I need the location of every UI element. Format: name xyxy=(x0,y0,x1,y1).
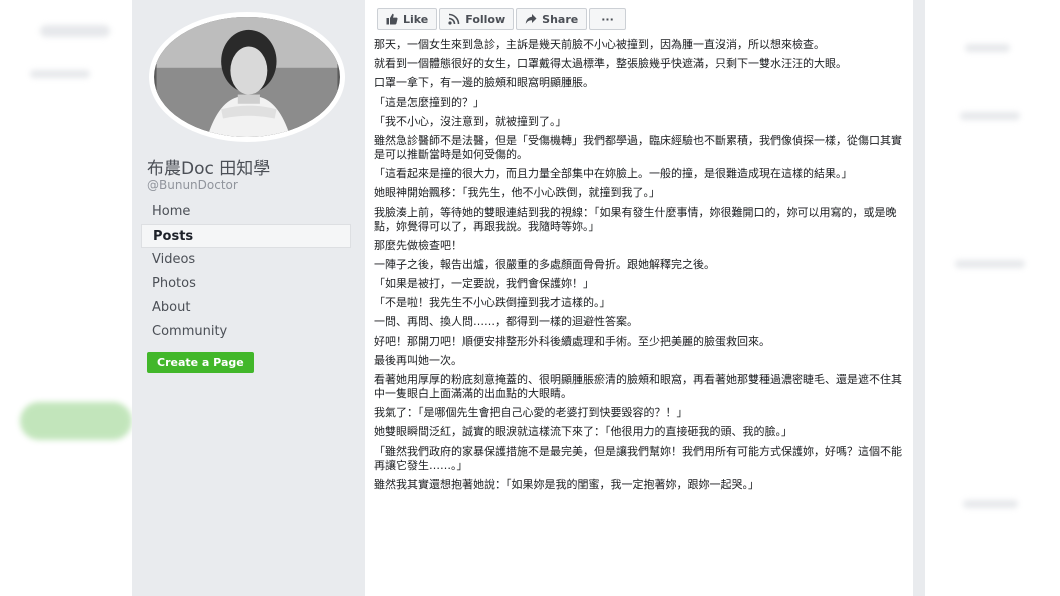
post-paragraph: 雖然我其實還想抱著她說：「如果妳是我的閨蜜，我一定抱著妳，跟妳一起哭。」 xyxy=(374,477,759,491)
post-paragraph: 「我不小心，沒注意到，就被撞到了。」 xyxy=(374,114,567,128)
post-text: 那天，一個女生來到急診，主訴是幾天前臉不小心被撞到，因為腫一直沒消，所以想來檢查… xyxy=(374,38,904,497)
post-paragraph: 她眼神開始飄移：「我先生，他不小心跌倒，就撞到我了。」 xyxy=(374,186,660,200)
share-arrow-icon xyxy=(525,14,537,24)
page-handle[interactable]: @BununDoctor xyxy=(147,178,238,192)
post-paragraph: 「雖然我們政府的家暴保護措施不是最完美，但是讓我們幫妳！我們用所有可能方式保護妳… xyxy=(374,444,902,472)
nav-posts[interactable]: Posts xyxy=(141,224,351,248)
more-dots-icon: ··· xyxy=(601,12,614,26)
follow-label: Follow xyxy=(465,12,506,26)
blurred-left-background xyxy=(0,0,132,596)
post-paragraph: 一問、再問、換人問……，都得到一樣的迴避性答案。 xyxy=(374,315,638,329)
page-sidebar: 布農Doc 田知學 @BununDoctor Home Posts Videos… xyxy=(132,0,362,596)
post-card: Like Follow Share ··· 那天，一個女生來到急診，主訴是幾天前… xyxy=(365,0,913,596)
post-paragraph: 最後再叫她一次。 xyxy=(374,353,462,367)
follow-button[interactable]: Follow xyxy=(439,8,515,30)
post-paragraph: 「這看起來是撞的很大力，而且力量全部集中在妳臉上。一般的撞，是很難造成現在這樣的… xyxy=(374,167,853,181)
blurred-text xyxy=(960,112,1020,120)
post-paragraph: 「不是啦！我先生不小心跌倒撞到我才這樣的。」 xyxy=(374,296,611,310)
blurred-button xyxy=(20,402,132,440)
rss-follow-icon xyxy=(448,13,460,25)
like-button[interactable]: Like xyxy=(377,8,438,30)
page-name[interactable]: 布農Doc 田知學 xyxy=(147,154,270,179)
post-paragraph: 就看到一個體態很好的女生，口罩戴得太過標準，整張臉幾乎快遮滿，只剩下一雙水汪汪的… xyxy=(374,57,847,71)
nav-about[interactable]: About xyxy=(141,296,351,320)
post-paragraph: 「這是怎麼撞到的？」 xyxy=(374,95,484,109)
blurred-text xyxy=(955,260,1025,268)
facebook-page-view: 布農Doc 田知學 @BununDoctor Home Posts Videos… xyxy=(132,0,925,596)
blurred-text xyxy=(965,44,1010,52)
nav-videos[interactable]: Videos xyxy=(141,248,351,272)
post-paragraph: 口罩一拿下，有一邊的臉頰和眼窩明顯腫脹。 xyxy=(374,76,594,90)
blurred-text xyxy=(963,500,1018,508)
share-label: Share xyxy=(542,12,579,26)
blurred-text xyxy=(30,70,90,78)
share-button[interactable]: Share xyxy=(516,8,588,30)
create-page-button[interactable]: Create a Page xyxy=(147,352,254,373)
post-paragraph: 一陣子之後，報告出爐，很嚴重的多處顏面骨骨折。跟她解釋完之後。 xyxy=(374,257,715,271)
post-paragraph: 我氣了：「是哪個先生會把自己心愛的老婆打到快要毀容的？！」 xyxy=(374,406,688,420)
post-paragraph: 我臉湊上前，等待她的雙眼連結到我的視線：「如果有發生什麼事情，妳很難開口的，妳可… xyxy=(374,205,897,233)
blurred-text xyxy=(40,25,110,37)
thumbs-up-icon xyxy=(386,13,398,25)
post-paragraph: 她雙眼瞬間泛紅，誠實的眼淚就這樣流下來了：「他很用力的直接砸我的頭、我的臉。」 xyxy=(374,425,792,439)
page-nav: Home Posts Videos Photos About Community xyxy=(141,200,351,344)
nav-community[interactable]: Community xyxy=(141,320,351,344)
like-label: Like xyxy=(403,12,429,26)
profile-photo xyxy=(156,17,338,137)
post-paragraph: 那天，一個女生來到急診，主訴是幾天前臉不小心被撞到，因為腫一直沒消，所以想來檢查… xyxy=(374,38,825,51)
post-paragraph: 那麼先做檢查吧！ xyxy=(374,238,462,252)
post-paragraph: 看著她用厚厚的粉底刻意掩蓋的、很明顯腫脹瘀清的臉頰和眼窩，再看著她那雙種過濃密睫… xyxy=(374,373,902,400)
post-paragraph: 雖然急診醫師不是法醫，但是「受傷機轉」我們都學過，臨床經驗也不斷累積，我們像偵探… xyxy=(374,133,902,161)
more-options-button[interactable]: ··· xyxy=(589,8,626,30)
post-paragraph: 「如果是被打，一定要說，我們會保護妳！」 xyxy=(374,277,594,291)
page-action-bar: Like Follow Share ··· xyxy=(377,8,626,30)
profile-avatar[interactable] xyxy=(149,12,345,142)
post-paragraph: 好吧！那開刀吧！順便安排整形外科後續處理和手術。至少把美麗的臉蛋救回來。 xyxy=(374,334,770,348)
nav-photos[interactable]: Photos xyxy=(141,272,351,296)
nav-home[interactable]: Home xyxy=(141,200,351,224)
blurred-right-background xyxy=(925,0,1060,596)
